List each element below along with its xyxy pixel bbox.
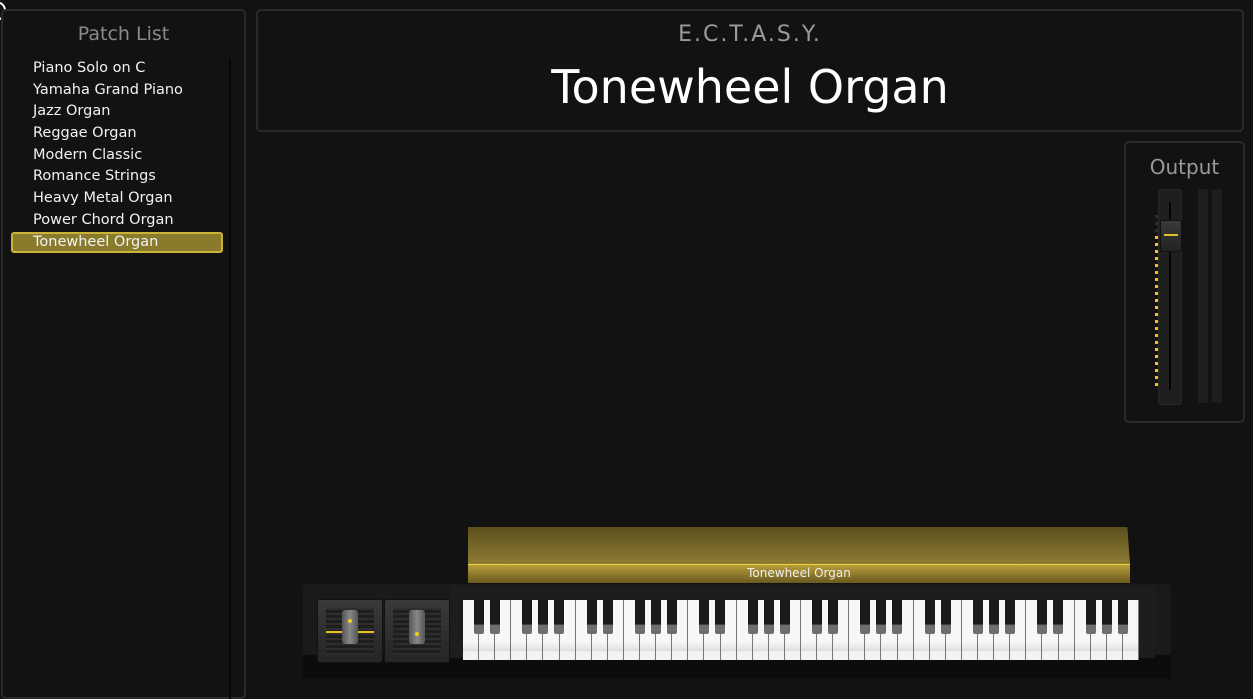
patch-list-title: Patch List	[77, 23, 170, 45]
black-key[interactable]	[892, 600, 903, 634]
black-key[interactable]	[715, 600, 726, 634]
black-key[interactable]	[988, 600, 999, 634]
black-key[interactable]	[924, 600, 935, 634]
output-meter-left	[1198, 189, 1208, 403]
piano-keyboard[interactable]	[463, 600, 1139, 660]
wheel-dot	[348, 619, 352, 623]
patch-item[interactable]: Piano Solo on C	[11, 58, 223, 80]
instrument-label: Tonewheel Organ	[747, 566, 851, 580]
black-key[interactable]	[1117, 600, 1128, 634]
black-key[interactable]	[1085, 600, 1096, 634]
black-key[interactable]	[940, 600, 951, 634]
patch-item[interactable]: Heavy Metal Organ	[11, 188, 223, 210]
output-volume-fader[interactable]	[1158, 189, 1182, 405]
black-key[interactable]	[876, 600, 887, 634]
black-key[interactable]	[634, 600, 645, 634]
black-key[interactable]	[602, 600, 613, 634]
current-patch-name: Tonewheel Organ	[551, 60, 949, 114]
instrument-lid: Tonewheel Organ	[468, 527, 1130, 583]
black-key[interactable]	[667, 600, 678, 634]
output-panel: Output	[1124, 141, 1245, 423]
output-meter-right	[1212, 189, 1222, 403]
pitch-wheel[interactable]	[317, 599, 383, 663]
black-key[interactable]	[779, 600, 790, 634]
black-key[interactable]	[554, 600, 565, 634]
black-key[interactable]	[1005, 600, 1016, 634]
black-key[interactable]	[972, 600, 983, 634]
black-key[interactable]	[650, 600, 661, 634]
fader-indicator	[1164, 234, 1178, 236]
black-key[interactable]	[1053, 600, 1064, 634]
black-key[interactable]	[522, 600, 533, 634]
patch-item[interactable]: Modern Classic	[11, 145, 223, 167]
lid-top	[468, 527, 1130, 564]
black-key[interactable]	[1101, 600, 1112, 634]
fader-handle[interactable]	[1160, 220, 1182, 252]
black-key[interactable]	[763, 600, 774, 634]
patch-item-selected[interactable]: Tonewheel Organ	[11, 231, 223, 254]
header-panel: E.C.T.A.S.Y. Tonewheel Organ	[256, 9, 1244, 132]
brand-title: E.C.T.A.S.Y.	[678, 22, 822, 47]
patch-item[interactable]: Yamaha Grand Piano	[11, 80, 223, 102]
black-key[interactable]	[747, 600, 758, 634]
black-key[interactable]	[811, 600, 822, 634]
output-title: Output	[1149, 155, 1220, 179]
patch-list-panel: Patch List Piano Solo on C Yamaha Grand P…	[1, 9, 246, 699]
patch-item[interactable]: Reggae Organ	[11, 123, 223, 145]
pitch-wheel-icon[interactable]	[342, 610, 358, 644]
wheel-dot	[415, 632, 419, 636]
black-key[interactable]	[1037, 600, 1048, 634]
black-key[interactable]	[586, 600, 597, 634]
patch-list-scrollbar[interactable]	[229, 59, 231, 699]
patch-item[interactable]: Romance Strings	[11, 166, 223, 188]
black-key[interactable]	[473, 600, 484, 634]
black-key[interactable]	[828, 600, 838, 634]
black-key[interactable]	[538, 600, 549, 634]
patch-item[interactable]: Jazz Organ	[11, 101, 223, 123]
black-key[interactable]	[490, 600, 500, 634]
patch-item[interactable]: Power Chord Organ	[11, 210, 223, 232]
black-key[interactable]	[699, 600, 710, 634]
pitch-center-marker-right	[356, 631, 374, 633]
black-key[interactable]	[860, 600, 871, 634]
mod-wheel-icon[interactable]	[409, 610, 425, 644]
patch-list: Piano Solo on C Yamaha Grand Piano Jazz Or…	[11, 58, 223, 254]
mod-wheel[interactable]	[384, 599, 450, 663]
